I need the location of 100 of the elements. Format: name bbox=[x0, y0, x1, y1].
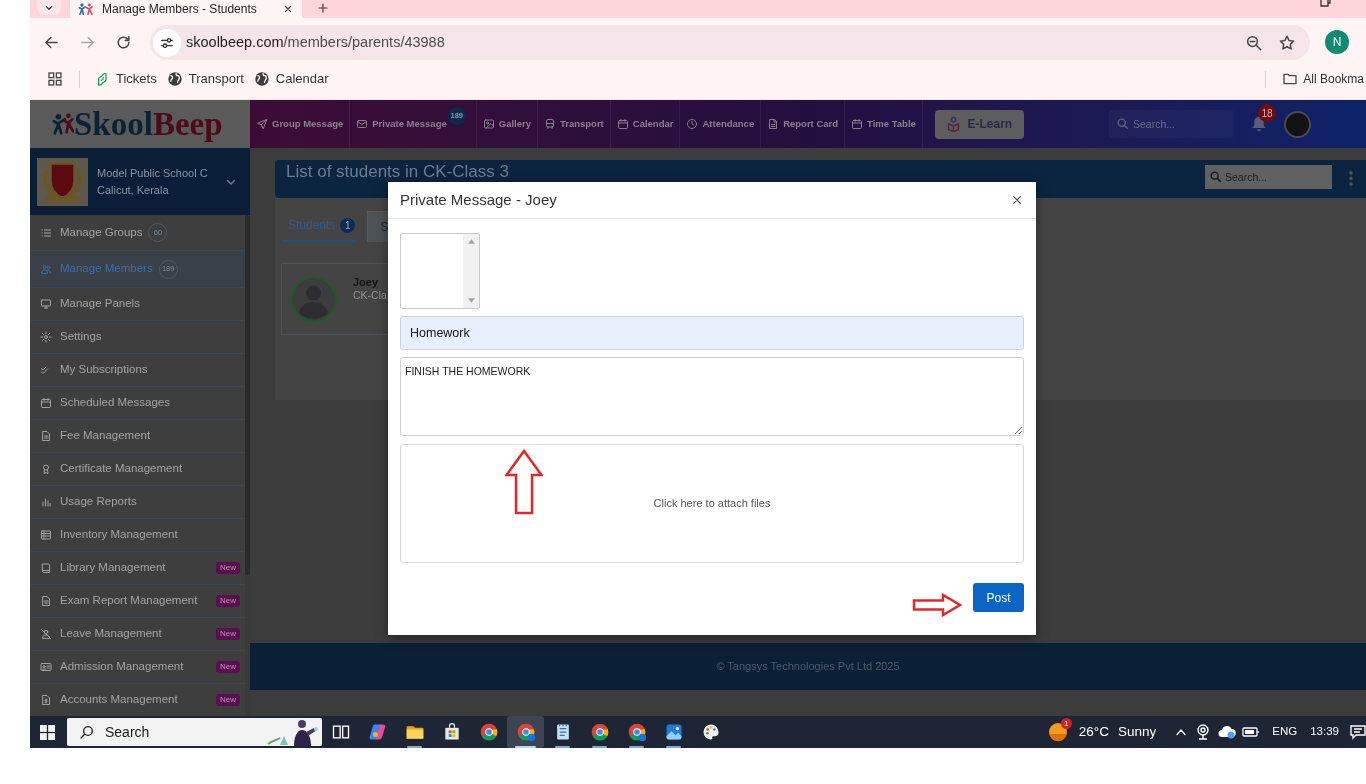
notifications-button[interactable]: 18 bbox=[1251, 104, 1276, 133]
url-text: skoolbeep.com/members/parents/43988 bbox=[186, 32, 445, 52]
reader-icon bbox=[946, 116, 962, 132]
browser-tab[interactable]: Manage Members - Students bbox=[70, 0, 302, 18]
bookmark-link[interactable]: Transport bbox=[162, 67, 248, 91]
logo-text: SkoolBeep bbox=[74, 106, 223, 142]
figures-icon bbox=[78, 3, 94, 15]
invoice-icon bbox=[40, 694, 52, 706]
reload-icon bbox=[114, 33, 132, 51]
close-icon bbox=[1012, 195, 1022, 205]
attach-files-text: Click here to attach files bbox=[653, 496, 771, 512]
avatar-icon bbox=[1284, 110, 1311, 138]
close-dialog-button[interactable] bbox=[1012, 195, 1022, 205]
star-icon bbox=[1278, 33, 1296, 52]
count-badge: 1 bbox=[340, 217, 356, 233]
search-icon bbox=[1209, 169, 1222, 183]
leaping-figures-icon bbox=[52, 112, 74, 136]
sun-icon bbox=[1047, 722, 1068, 742]
paper-plane-icon bbox=[256, 118, 268, 130]
table-icon bbox=[40, 529, 52, 541]
gear-icon bbox=[40, 331, 52, 343]
webcam-icon[interactable] bbox=[1196, 724, 1211, 740]
list-icon bbox=[40, 226, 52, 239]
dialog-title: Private Message - Joey bbox=[400, 189, 557, 210]
round-logo-icon bbox=[515, 722, 536, 742]
close-icon bbox=[283, 4, 293, 14]
page-title: List of students in CK-Class 3 bbox=[285, 161, 509, 181]
language-indicator[interactable]: ENG bbox=[1272, 723, 1298, 741]
zoom-out-icon bbox=[1245, 33, 1263, 52]
notification-icon[interactable] bbox=[1350, 724, 1366, 740]
cloud-icon[interactable] bbox=[1218, 725, 1237, 739]
tab-list-button[interactable] bbox=[37, 0, 61, 15]
subject-field[interactable]: Homework bbox=[400, 316, 1024, 350]
new-tag: New bbox=[216, 595, 240, 607]
clock-time[interactable]: 13:39 bbox=[1310, 723, 1339, 741]
notification-badge: 18 bbox=[1258, 104, 1276, 122]
window-icon bbox=[1320, 0, 1331, 7]
monitor-icon bbox=[40, 298, 52, 310]
search-icon bbox=[1116, 117, 1129, 130]
new-tag: New bbox=[216, 661, 240, 673]
bookmark-link[interactable]: Calendar bbox=[249, 67, 333, 91]
id-card-icon bbox=[40, 661, 52, 673]
address-bar[interactable]: skoolbeep.com/members/parents/43988 bbox=[150, 25, 1310, 60]
user-slash-icon bbox=[40, 628, 52, 640]
copyright-text: © Tangsys Technologies Pvt Ltd 2025 bbox=[716, 659, 900, 675]
taskbar-search-field[interactable]: Search bbox=[67, 718, 322, 746]
apps-button[interactable] bbox=[47, 71, 63, 87]
school-location: Calicut, Kerala bbox=[97, 183, 170, 197]
arrow-annotation bbox=[505, 449, 543, 515]
site-info-button[interactable] bbox=[153, 28, 181, 57]
app-logo-icon bbox=[367, 722, 388, 742]
award-icon bbox=[40, 463, 52, 475]
calendar-icon bbox=[616, 118, 629, 130]
taskbar-app[interactable] bbox=[507, 716, 544, 748]
folder-icon bbox=[1282, 71, 1299, 87]
globe-icon bbox=[166, 71, 183, 87]
kebab-menu-icon bbox=[1349, 171, 1353, 186]
tab[interactable]: Students 1 bbox=[282, 210, 357, 242]
school-crest-icon bbox=[37, 157, 88, 206]
calendar-icon bbox=[851, 118, 864, 130]
clock-icon bbox=[686, 118, 699, 130]
image-icon bbox=[482, 118, 495, 130]
bar-chart-icon bbox=[40, 496, 52, 508]
new-tag: New bbox=[216, 562, 240, 574]
bookmark-link[interactable]: Tickets bbox=[90, 67, 161, 91]
close-tab-button[interactable] bbox=[282, 3, 294, 15]
people-icon bbox=[40, 263, 52, 275]
school-name: Model Public School C bbox=[97, 166, 208, 180]
calendar-icon bbox=[40, 397, 52, 409]
avatar-icon bbox=[290, 276, 337, 323]
envelope-icon bbox=[356, 118, 369, 130]
book-icon bbox=[40, 562, 52, 574]
arrow-annotation bbox=[912, 593, 962, 617]
plus-icon bbox=[317, 2, 329, 14]
search-field[interactable]: Search... bbox=[1205, 165, 1332, 189]
message-field[interactable]: FINISH THE HOMEWORK bbox=[400, 357, 1024, 436]
round-logo-icon bbox=[589, 722, 610, 742]
file-icon bbox=[40, 595, 52, 607]
round-logo-icon bbox=[478, 722, 499, 742]
round-logo-icon bbox=[626, 722, 647, 742]
attach-files-area[interactable]: Click here to attach files bbox=[400, 444, 1024, 563]
weather-condition-text[interactable]: Sunny bbox=[1118, 721, 1157, 743]
document-icon bbox=[767, 118, 780, 130]
windows-icon bbox=[39, 724, 55, 740]
weather-alert-badge: 1 bbox=[1060, 718, 1072, 729]
new-tag: New bbox=[216, 694, 240, 706]
bus-icon bbox=[543, 118, 556, 130]
profile-avatar[interactable]: N bbox=[1325, 30, 1349, 54]
battery-icon[interactable] bbox=[1242, 726, 1261, 738]
temperature-text[interactable]: 26°C bbox=[1078, 721, 1109, 743]
search-icon bbox=[79, 724, 95, 740]
student-class: CK-Cla bbox=[353, 289, 387, 302]
globe-icon bbox=[253, 71, 270, 87]
apps-grid-icon bbox=[47, 71, 63, 87]
new-tab-button[interactable] bbox=[316, 1, 330, 15]
post-button[interactable]: Post bbox=[973, 583, 1024, 612]
bell-icon bbox=[1251, 115, 1267, 133]
all-bookmarks-button[interactable]: All Bookma bbox=[1278, 70, 1364, 88]
sidebar-scrollbar[interactable] bbox=[245, 215, 250, 575]
new-tag: New bbox=[216, 628, 240, 640]
